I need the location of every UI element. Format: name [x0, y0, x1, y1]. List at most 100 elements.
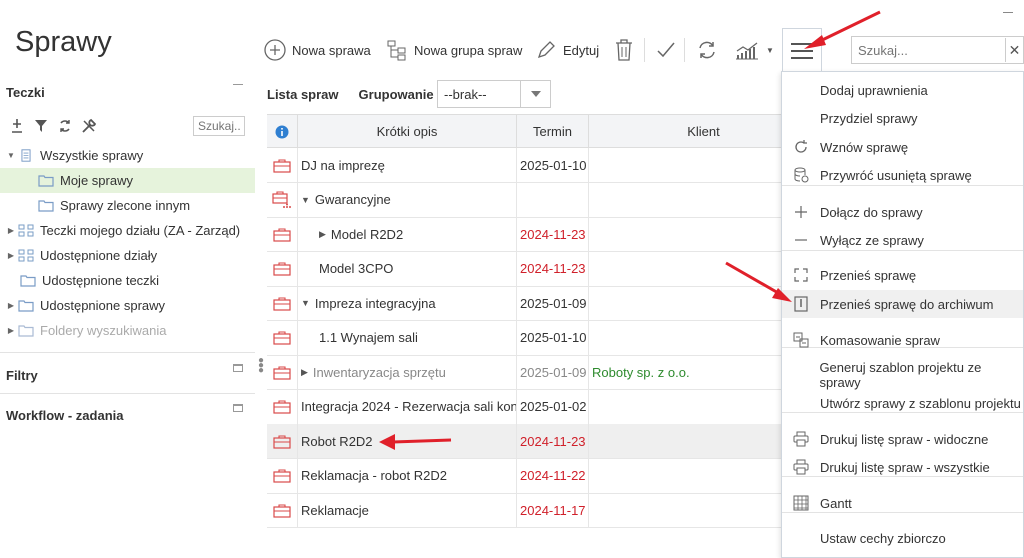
- filter-icon[interactable]: [32, 117, 50, 135]
- check-icon: [657, 42, 675, 58]
- grouping-label: Grupowanie: [358, 86, 434, 102]
- tree-item-search-folders[interactable]: ▶ Foldery wyszukiwania: [0, 318, 255, 343]
- menu-item-label: Wznów sprawę: [820, 139, 909, 155]
- tree-item-shared-cases[interactable]: ▶ Udostępnione sprawy: [0, 293, 255, 318]
- hamburger-menu-button[interactable]: [782, 28, 822, 72]
- folders-collapse-button[interactable]: [233, 84, 243, 85]
- tree-item-my-cases[interactable]: Moje sprawy: [0, 168, 255, 193]
- menu-item-przywroc-usunieta-sprawe[interactable]: Przywróć usuniętą sprawę: [782, 161, 1023, 189]
- chart-button[interactable]: ▼: [734, 36, 774, 64]
- menu-item-generuj-szablon-projektu-ze-sprawy[interactable]: Generuj szablon projektu ze sprawy: [782, 360, 1023, 390]
- tree-item-department-folders[interactable]: ▶ Teczki mojego działu (ZA - Zarząd): [0, 218, 255, 243]
- tree-item-shared-departments[interactable]: ▶ Udostępnione działy: [0, 243, 255, 268]
- menu-item-label: Utwórz sprawy z szablonu projektu: [820, 395, 1021, 411]
- case-stack-icon: [21, 149, 31, 162]
- sort-icon[interactable]: [8, 117, 26, 135]
- row-icon-cell: [267, 424, 298, 458]
- description-cell: Robot R2D2: [298, 424, 517, 458]
- database-icon: [782, 167, 820, 183]
- expanded-caret-icon[interactable]: ▼: [301, 298, 310, 308]
- case-briefcase-icon: [273, 262, 291, 276]
- new-group-button[interactable]: Nowa grupa spraw: [386, 36, 522, 64]
- case-briefcase-icon: [273, 331, 291, 345]
- description-cell: DJ na imprezę: [298, 148, 517, 182]
- hierarchy-icon: [387, 40, 406, 61]
- description-text: Model R2D2: [330, 226, 404, 242]
- tree-search-input[interactable]: [193, 116, 245, 136]
- close-icon[interactable]: ✕: [1005, 38, 1023, 62]
- plus-circle-icon: [264, 39, 286, 61]
- print-icon: [782, 459, 820, 475]
- deadline-cell: 2025-01-10: [517, 320, 589, 355]
- grouping-select[interactable]: --brak--: [437, 80, 551, 108]
- folder-icon: [18, 300, 34, 312]
- collapsed-caret-icon[interactable]: ▶: [6, 226, 16, 235]
- menu-item-label: Generuj szablon projektu ze sprawy: [819, 360, 982, 390]
- chevron-down-icon[interactable]: [520, 81, 550, 107]
- collapsed-caret-icon[interactable]: ▶: [6, 301, 16, 310]
- tree-item-delegated-cases[interactable]: Sprawy zlecone innym: [0, 193, 255, 218]
- panel-splitter[interactable]: ● ● ●: [258, 356, 264, 376]
- expanded-caret-icon[interactable]: ▼: [301, 195, 310, 205]
- menu-item-label: Wyłącz ze sprawy: [820, 232, 924, 248]
- divider: [0, 352, 255, 353]
- collapsed-caret-icon[interactable]: ▶: [319, 229, 326, 240]
- menu-item-przenies-sprawe[interactable]: Przenieś sprawę: [782, 261, 1023, 289]
- menu-item-wznow-sprawe[interactable]: Wznów sprawę: [782, 133, 1023, 161]
- row-icon-cell: [267, 493, 298, 527]
- menu-item-dodaj-uprawnienia[interactable]: Dodaj uprawnienia: [782, 76, 1023, 104]
- deadline-cell: 2024-11-23: [517, 424, 589, 458]
- menu-item-dolacz-do-sprawy[interactable]: Dołącz do sprawy: [782, 198, 1023, 226]
- tools-icon[interactable]: [80, 117, 98, 135]
- plus-icon: [782, 205, 820, 219]
- grouping-value: --brak--: [444, 86, 487, 102]
- tree-item-all-cases[interactable]: ▼ Wszystkie sprawy: [0, 143, 255, 168]
- divider: [0, 393, 255, 394]
- collapsed-caret-icon[interactable]: ▶: [301, 367, 308, 378]
- tree-item-label: Foldery wyszukiwania: [40, 323, 167, 338]
- merge-icon: [782, 332, 820, 348]
- menu-item-przenies-sprawe-do-archiwum[interactable]: Przenieś sprawę do archiwum: [782, 290, 1023, 318]
- description-cell: Model 3CPO: [298, 251, 517, 286]
- menu-item-przydziel-sprawy[interactable]: Przydziel sprawy: [782, 104, 1023, 132]
- menu-item-gantt[interactable]: Gantt: [782, 489, 1023, 517]
- menu-item-komasowanie-spraw[interactable]: Komasowanie spraw: [782, 326, 1023, 354]
- edit-button[interactable]: Edytuj: [535, 36, 599, 64]
- expanded-caret-icon[interactable]: ▼: [6, 151, 16, 160]
- filters-expand-button[interactable]: [233, 364, 243, 372]
- menu-item-drukuj-liste-spraw-widoczne[interactable]: Drukuj listę spraw - widoczne: [782, 425, 1023, 453]
- refresh-icon[interactable]: [56, 117, 74, 135]
- menu-item-wylacz-ze-sprawy[interactable]: Wyłącz ze sprawy: [782, 226, 1023, 254]
- refresh-button[interactable]: [696, 36, 718, 64]
- tree-item-label: Udostępnione sprawy: [40, 298, 166, 313]
- new-case-label: Nowa sprawa: [292, 42, 371, 58]
- description-text: Model 3CPO: [319, 261, 394, 276]
- menu-item-ustaw-cechy-zbiorczo[interactable]: Ustaw cechy zbiorczo: [782, 524, 1023, 552]
- collapsed-caret-icon[interactable]: ▶: [6, 251, 16, 260]
- new-case-button[interactable]: Nowa sprawa: [264, 36, 371, 64]
- window-minimize-button[interactable]: [1003, 12, 1013, 13]
- case-briefcase-icon: [273, 469, 291, 483]
- column-header-deadline[interactable]: Termin: [517, 115, 589, 148]
- deadline-cell: 2024-11-23: [517, 217, 589, 251]
- collapsed-caret-icon[interactable]: ▶: [6, 326, 16, 335]
- search-input[interactable]: [851, 36, 1024, 64]
- tree-item-shared-folders[interactable]: Udostępnione teczki: [0, 268, 255, 293]
- circle-arrow-icon: [782, 139, 820, 155]
- delete-button[interactable]: [614, 36, 634, 64]
- description-cell: ▼ Gwarancyjne: [298, 182, 517, 217]
- minus-icon: [782, 233, 820, 247]
- info-column-header: [267, 115, 298, 148]
- menu-item-label: Dołącz do sprawy: [820, 204, 923, 220]
- menu-item-drukuj-liste-spraw-wszystkie[interactable]: Drukuj listę spraw - wszystkie: [782, 453, 1023, 481]
- menu-item-label: Drukuj listę spraw - wszystkie: [820, 459, 990, 475]
- tree-item-label: Wszystkie sprawy: [40, 148, 144, 163]
- description-cell: Integracja 2024 - Rezerwacja sali konfer…: [298, 389, 517, 424]
- description-text: DJ na imprezę: [301, 157, 385, 173]
- workflow-expand-button[interactable]: [233, 404, 243, 412]
- description-text: Reklamacje: [301, 502, 369, 518]
- column-header-description[interactable]: Krótki opis: [298, 115, 517, 148]
- menu-item-utworz-sprawy-z-szablonu-projektu[interactable]: Utwórz sprawy z szablonu projektu: [782, 389, 1023, 417]
- accept-button[interactable]: [656, 36, 676, 64]
- tree-item-label: Moje sprawy: [60, 173, 133, 188]
